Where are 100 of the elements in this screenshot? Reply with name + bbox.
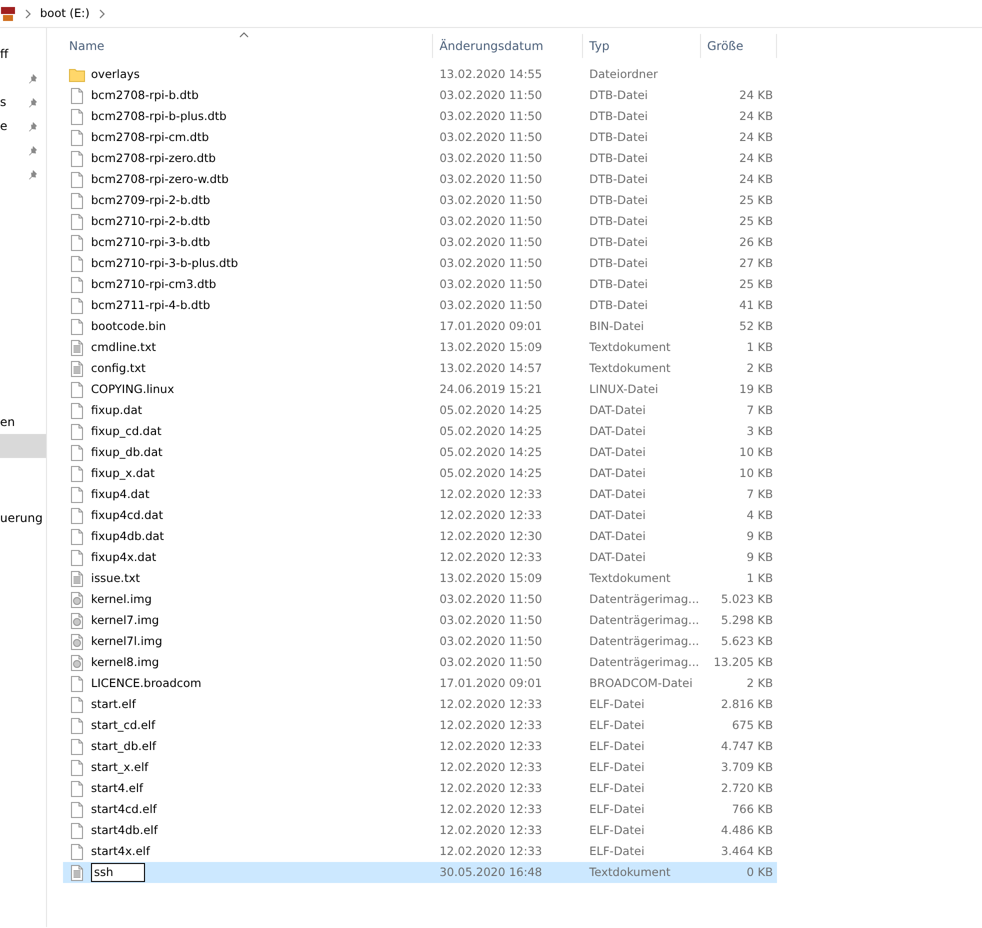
file-row[interactable]: config.txt 13.02.2020 14:57 Textdokument 2 KB: [63, 358, 777, 379]
file-name[interactable]: start_cd.elf: [91, 716, 156, 734]
column-header[interactable]: Typ: [583, 34, 702, 58]
file-row[interactable]: overlays 13.02.2020 14:55 Dateiordner: [63, 64, 777, 85]
file-row[interactable]: bcm2711-rpi-4-b.dtb 03.02.2020 11:50 DTB-Datei 41 KB: [63, 295, 777, 316]
disc-image-icon: [69, 592, 85, 608]
file-name[interactable]: kernel.img: [91, 590, 152, 608]
file-row[interactable]: start4cd.elf 12.02.2020 12:33 ELF-Datei 766 KB: [63, 799, 777, 820]
file-row[interactable]: cmdline.txt 13.02.2020 15:09 Textdokument 1 KB: [63, 337, 777, 358]
file-name[interactable]: fixup4db.dat: [91, 528, 164, 546]
pin-icon: [29, 96, 40, 108]
file-row[interactable]: bcm2708-rpi-b-plus.dtb 03.02.2020 11:50 DTB-Datei 24 KB: [63, 106, 777, 127]
file-name[interactable]: bootcode.bin: [91, 318, 166, 336]
file-icon: [69, 276, 85, 292]
file-row[interactable]: start_db.elf 12.02.2020 12:33 ELF-Datei 4.747 KB: [63, 736, 777, 757]
file-name[interactable]: overlays: [91, 66, 140, 84]
file-name[interactable]: fixup_cd.dat: [91, 422, 162, 440]
file-row[interactable]: bcm2710-rpi-3-b-plus.dtb 03.02.2020 11:50 DTB-Datei 27 KB: [63, 253, 777, 274]
nav-item[interactable]: ff: [0, 42, 46, 66]
modified-date: 05.02.2020 14:25: [438, 444, 544, 461]
file-name[interactable]: fixup4.dat: [91, 486, 150, 504]
file-name[interactable]: start_db.elf: [91, 738, 156, 756]
file-name[interactable]: fixup4cd.dat: [91, 506, 164, 524]
rename-field[interactable]: ssh: [91, 863, 145, 882]
file-name[interactable]: cmdline.txt: [91, 338, 156, 356]
modified-date: 12.02.2020 12:33: [438, 486, 544, 503]
nav-item[interactable]: s: [0, 90, 46, 114]
file-size: 24 KB: [738, 128, 774, 146]
file-name[interactable]: bcm2711-rpi-4-b.dtb: [91, 296, 210, 314]
file-row[interactable]: fixup4db.dat 12.02.2020 12:30 DAT-Datei 9 KB: [63, 526, 777, 547]
file-name[interactable]: COPYING.linux: [91, 380, 174, 398]
file-row[interactable]: issue.txt 13.02.2020 15:09 Textdokument 1 KB: [63, 568, 777, 589]
file-row[interactable]: ssh 30.05.2020 16:48 Textdokument 0 KB: [63, 862, 777, 883]
modified-date: 03.02.2020 11:50: [438, 170, 544, 188]
file-name[interactable]: bcm2710-rpi-3-b.dtb: [91, 234, 210, 252]
file-name[interactable]: bcm2708-rpi-b.dtb: [91, 86, 199, 104]
file-name[interactable]: fixup_db.dat: [91, 444, 162, 462]
file-row[interactable]: bootcode.bin 17.01.2020 09:01 BIN-Datei 52 KB: [63, 316, 777, 337]
file-name[interactable]: fixup_x.dat: [91, 464, 155, 482]
file-row[interactable]: bcm2708-rpi-zero.dtb 03.02.2020 11:50 DTB-Datei 24 KB: [63, 148, 777, 169]
file-row[interactable]: LICENCE.broadcom 17.01.2020 09:01 BROADCOM-Datei 2 KB: [63, 673, 777, 694]
file-name[interactable]: bcm2708-rpi-cm.dtb: [91, 128, 209, 146]
file-name[interactable]: bcm2710-rpi-3-b-plus.dtb: [91, 254, 238, 272]
file-name[interactable]: kernel8.img: [91, 654, 160, 672]
file-name[interactable]: config.txt: [91, 360, 146, 378]
column-header[interactable]: Größe: [701, 34, 778, 58]
file-type: DTB-Datei: [588, 86, 649, 104]
file-row[interactable]: start.elf 12.02.2020 12:33 ELF-Datei 2.816 KB: [63, 694, 777, 715]
file-row[interactable]: fixup4x.dat 12.02.2020 12:33 DAT-Datei 9 KB: [63, 547, 777, 568]
file-name[interactable]: start4x.elf: [91, 842, 150, 860]
file-row[interactable]: kernel7.img 03.02.2020 11:50 Datenträgerimag... 5.298 KB: [63, 610, 777, 631]
file-row[interactable]: bcm2710-rpi-2-b.dtb 03.02.2020 11:50 DTB-Datei 25 KB: [63, 211, 777, 232]
file-name[interactable]: kernel7l.img: [91, 632, 162, 650]
file-name[interactable]: bcm2708-rpi-b-plus.dtb: [91, 108, 227, 126]
file-row[interactable]: kernel8.img 03.02.2020 11:50 Datenträgerimag... 13.205 KB: [63, 652, 777, 673]
file-row[interactable]: fixup_x.dat 05.02.2020 14:25 DAT-Datei 10 KB: [63, 463, 777, 484]
file-name[interactable]: fixup4x.dat: [91, 548, 156, 566]
file-row[interactable]: bcm2708-rpi-cm.dtb 03.02.2020 11:50 DTB-Datei 24 KB: [63, 127, 777, 148]
file-name[interactable]: kernel7.img: [91, 612, 160, 630]
file-name[interactable]: start_x.elf: [91, 758, 148, 776]
file-size: 1 KB: [746, 570, 774, 587]
file-name[interactable]: issue.txt: [91, 570, 140, 588]
file-row[interactable]: fixup_cd.dat 05.02.2020 14:25 DAT-Datei 3 KB: [63, 421, 777, 442]
file-name[interactable]: bcm2710-rpi-cm3.dtb: [91, 276, 216, 294]
file-row[interactable]: start4db.elf 12.02.2020 12:33 ELF-Datei 4.486 KB: [63, 820, 777, 841]
file-name[interactable]: bcm2709-rpi-2-b.dtb: [91, 192, 210, 210]
file-row[interactable]: fixup4cd.dat 12.02.2020 12:33 DAT-Datei 4 KB: [63, 505, 777, 526]
column-header[interactable]: Änderungsdatum: [433, 34, 584, 58]
nav-item[interactable]: en: [0, 410, 46, 434]
file-name[interactable]: bcm2708-rpi-zero-w.dtb: [91, 170, 229, 188]
file-row[interactable]: start_cd.elf 12.02.2020 12:33 ELF-Datei 675 KB: [63, 715, 777, 736]
nav-item[interactable]: e: [0, 114, 46, 138]
file-row[interactable]: fixup4.dat 12.02.2020 12:33 DAT-Datei 7 KB: [63, 484, 777, 505]
file-size: 24 KB: [738, 108, 774, 125]
file-row[interactable]: COPYING.linux 24.06.2019 15:21 LINUX-Datei 19 KB: [63, 379, 777, 400]
modified-date: 12.02.2020 12:33: [438, 696, 544, 713]
file-name[interactable]: start4db.elf: [91, 822, 158, 840]
file-name[interactable]: LICENCE.broadcom: [91, 674, 202, 692]
file-row[interactable]: fixup_db.dat 05.02.2020 14:25 DAT-Datei 10 KB: [63, 442, 777, 463]
file-name[interactable]: start4.elf: [91, 780, 144, 798]
file-name[interactable]: fixup.dat: [91, 402, 142, 420]
file-name[interactable]: bcm2710-rpi-2-b.dtb: [91, 212, 210, 230]
breadcrumb-item[interactable]: boot (E:): [40, 4, 90, 22]
file-row[interactable]: bcm2708-rpi-zero-w.dtb 03.02.2020 11:50 DTB-Datei 24 KB: [63, 169, 777, 190]
file-row[interactable]: kernel.img 03.02.2020 11:50 Datenträgerimag... 5.023 KB: [63, 589, 777, 610]
file-row[interactable]: bcm2710-rpi-cm3.dtb 03.02.2020 11:50 DTB-Datei 25 KB: [63, 274, 777, 295]
file-row[interactable]: start4x.elf 12.02.2020 12:33 ELF-Datei 3.464 KB: [63, 841, 777, 862]
file-name[interactable]: bcm2708-rpi-zero.dtb: [91, 150, 216, 168]
file-row[interactable]: start_x.elf 12.02.2020 12:33 ELF-Datei 3.709 KB: [63, 757, 777, 778]
file-row[interactable]: bcm2708-rpi-b.dtb 03.02.2020 11:50 DTB-Datei 24 KB: [63, 85, 777, 106]
file-row[interactable]: bcm2710-rpi-3-b.dtb 03.02.2020 11:50 DTB-Datei 26 KB: [63, 232, 777, 253]
file-row[interactable]: fixup.dat 05.02.2020 14:25 DAT-Datei 7 KB: [63, 400, 777, 421]
file-row[interactable]: start4.elf 12.02.2020 12:33 ELF-Datei 2.720 KB: [63, 778, 777, 799]
nav-item[interactable]: uerung: [0, 506, 46, 530]
file-name[interactable]: start.elf: [91, 696, 136, 714]
file-type: Datenträgerimag...: [588, 654, 700, 671]
file-row[interactable]: bcm2709-rpi-2-b.dtb 03.02.2020 11:50 DTB-Datei 25 KB: [63, 190, 777, 211]
column-header[interactable]: Name: [63, 34, 434, 58]
file-name[interactable]: start4cd.elf: [91, 800, 157, 818]
file-row[interactable]: kernel7l.img 03.02.2020 11:50 Datenträgerimag... 5.623 KB: [63, 631, 777, 652]
